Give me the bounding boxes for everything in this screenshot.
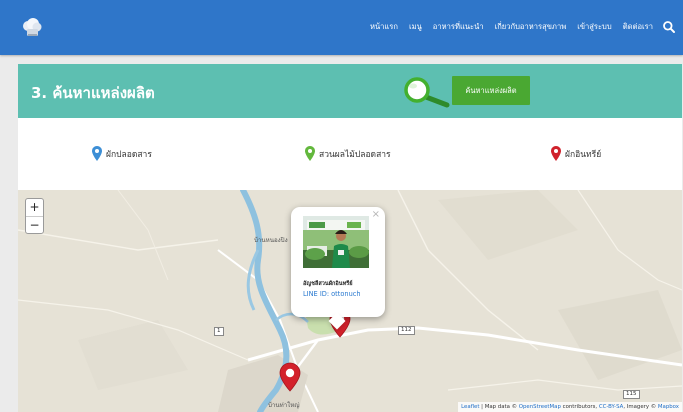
nav-menu[interactable]: เมนู bbox=[409, 20, 422, 34]
nav-contact[interactable]: ติดต่อเรา bbox=[623, 20, 653, 34]
find-producers-button[interactable]: ค้นหาแหล่งผลิต bbox=[452, 76, 530, 105]
legend-chemical-free-orchard[interactable]: สวนผลไม้ปลอดสาร bbox=[305, 146, 391, 161]
popup-farm-name: อัญชลีสวนผักอินทรีย์ bbox=[303, 281, 353, 287]
legend-label: ผักอินทรีย์ bbox=[565, 149, 602, 160]
main-menu: หน้าแรก เมนู อาหารที่แนะนำ เกี่ยวกับอาหา… bbox=[370, 20, 653, 34]
legend-label: สวนผลไม้ปลอดสาร bbox=[319, 149, 391, 160]
page: หน้าแรก เมนู อาหารที่แนะนำ เกี่ยวกับอาหา… bbox=[0, 0, 683, 412]
attribution-text: contributors, bbox=[560, 404, 599, 410]
road-shield: 1 bbox=[214, 327, 224, 336]
top-navbar: หน้าแรก เมนู อาหารที่แนะนำ เกี่ยวกับอาหา… bbox=[0, 0, 683, 55]
nav-about-healthy-food[interactable]: เกี่ยวกับอาหารสุขภาพ bbox=[495, 20, 567, 34]
attribution-text: | Map data © bbox=[479, 404, 519, 410]
leaflet-link[interactable]: Leaflet bbox=[461, 404, 479, 410]
nav-home[interactable]: หน้าแรก bbox=[370, 20, 398, 34]
attribution-text: , Imagery © bbox=[623, 404, 658, 410]
search-icon[interactable] bbox=[662, 20, 676, 34]
farm-photo bbox=[303, 216, 369, 268]
legend-label: ผักปลอดสาร bbox=[106, 149, 152, 160]
zoom-in-button[interactable]: + bbox=[26, 199, 43, 216]
zoom-out-button[interactable]: − bbox=[26, 216, 43, 233]
license-link[interactable]: CC-BY-SA bbox=[599, 404, 624, 410]
place-label: บ้านท่าใหญ่ bbox=[268, 402, 300, 409]
osm-link[interactable]: OpenStreetMap bbox=[519, 404, 561, 410]
road-shield: 115 bbox=[623, 390, 640, 399]
legend-chemical-free-veg[interactable]: ผักปลอดสาร bbox=[92, 146, 152, 161]
legend-organic-veg[interactable]: ผักอินทรีย์ bbox=[551, 146, 601, 161]
organic-farm-marker[interactable] bbox=[279, 362, 301, 392]
find-producers-card: 3. ค้นหาแหล่งผลิต ค้นหาแหล่งผลิต ผักปลอด… bbox=[18, 64, 682, 412]
map-pin-icon bbox=[305, 146, 315, 161]
nav-recommended-food[interactable]: อาหารที่แนะนำ bbox=[433, 20, 484, 34]
nav-login[interactable]: เข้าสู่ระบบ bbox=[577, 20, 611, 34]
chef-hat-icon[interactable] bbox=[21, 17, 43, 39]
map-pin-icon bbox=[551, 146, 561, 161]
mapbox-link[interactable]: Mapbox bbox=[658, 404, 679, 410]
legend-row: ผักปลอดสาร สวนผลไม้ปลอดสาร ผักอินทรีย์ bbox=[18, 118, 682, 190]
place-label: บ้านหนองปิง bbox=[254, 237, 288, 244]
section-header: 3. ค้นหาแหล่งผลิต ค้นหาแหล่งผลิต bbox=[18, 64, 682, 118]
farm-popup: × อัญชลีสวนผักอินทรีย์ LINE ID: ottonuch bbox=[291, 207, 385, 330]
map-pin-icon bbox=[92, 146, 102, 161]
leaflet-map[interactable]: + − บ้านหนองปิง บ้านท่าใหญ่ 112 1 115 × bbox=[18, 190, 682, 412]
road-shield: 112 bbox=[398, 326, 415, 335]
close-icon[interactable]: × bbox=[372, 209, 380, 220]
zoom-control: + − bbox=[25, 198, 44, 234]
popup-line-id[interactable]: LINE ID: ottonuch bbox=[303, 290, 361, 298]
map-attribution: Leaflet | Map data © OpenStreetMap contr… bbox=[458, 402, 682, 412]
section-title: 3. ค้นหาแหล่งผลิต bbox=[31, 84, 155, 102]
magnifier-icon bbox=[404, 77, 450, 108]
